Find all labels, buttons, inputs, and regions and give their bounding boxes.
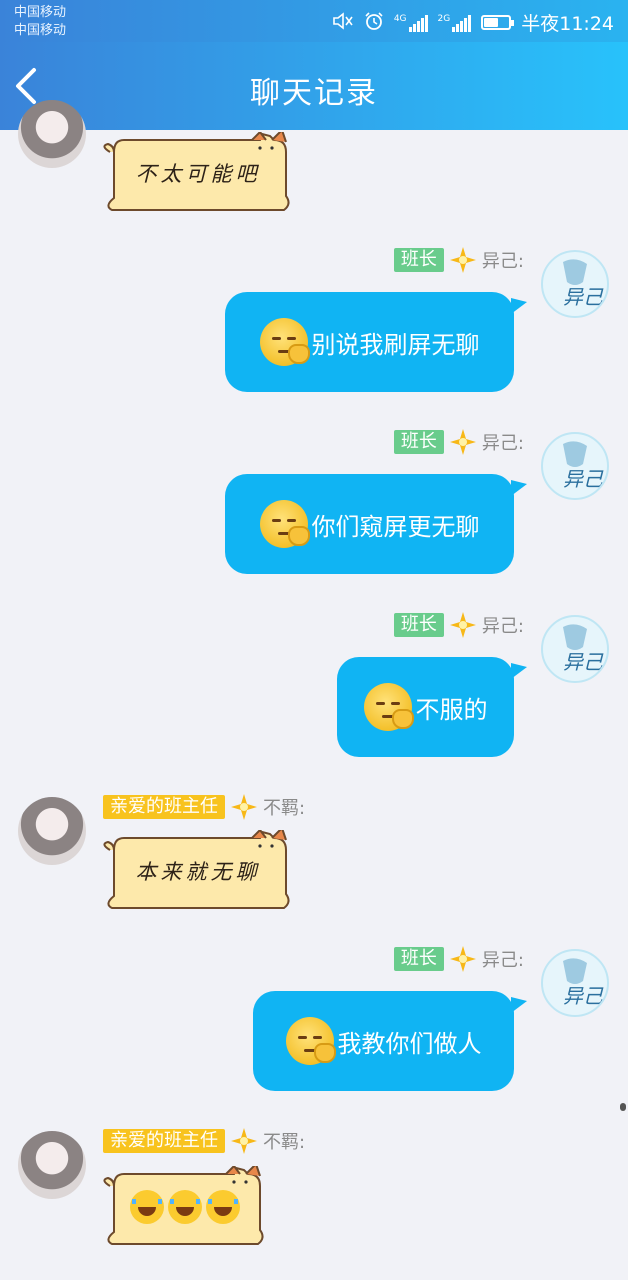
alarm-icon (364, 11, 384, 35)
bubble-tail-icon (511, 997, 527, 1013)
self-avatar-art-icon: 异己 (563, 958, 604, 1008)
sender-name: 异己: (481, 950, 524, 971)
title-bar: 聊天记录 (0, 42, 628, 130)
message-bubble[interactable]: 你们窥屏更无聊 (225, 474, 514, 574)
title-badge: 班长 (393, 613, 444, 637)
message-text: 你们窥屏更无聊 (311, 512, 480, 541)
sticker-emoji-row: 😂😂😂 (100, 1166, 270, 1248)
self-avatar-art-icon: 异己 (563, 259, 604, 309)
battery-icon (481, 15, 515, 30)
sender-name: 不羁: (263, 1132, 306, 1153)
sender-name: 异己: (481, 251, 524, 272)
sender-name: 异己: (481, 616, 524, 637)
star-badge-icon (231, 794, 257, 820)
sender-line: 班长 异己: (393, 429, 524, 455)
shush-emoji-icon (259, 500, 310, 548)
title-badge: 班长 (393, 248, 444, 272)
message-text: 我教你们做人 (337, 1029, 482, 1058)
bubble-tail-icon (511, 480, 527, 496)
avatar-self[interactable]: 异己 (541, 250, 609, 318)
carrier-2: 中国移动 (14, 23, 67, 38)
title-badge: 班长 (393, 947, 444, 971)
sender-line: 班长 异己: (393, 946, 524, 972)
message-bubble[interactable]: 我教你们做人 (253, 991, 514, 1091)
star-badge-icon (449, 247, 476, 273)
sticker-text: 不太可能吧 (135, 162, 261, 186)
avatar-self[interactable]: 异己 (541, 615, 609, 683)
carrier-1: 中国移动 (14, 5, 67, 20)
message-bubble[interactable]: 别说我刷屏无聊 (225, 292, 514, 392)
message-bubble[interactable]: 不服的 (337, 657, 514, 757)
sticker-bubble[interactable]: 😂😂😂 (100, 1166, 270, 1248)
avatar-teacher[interactable] (18, 100, 86, 168)
title-badge: 班长 (393, 430, 444, 454)
message-text: 别说我刷屏无聊 (311, 330, 480, 359)
sticker-bubble[interactable]: 本来就无聊 (100, 830, 296, 912)
sender-line: 班长 异己: (393, 247, 524, 273)
bubble-tail-icon (511, 298, 527, 314)
avatar-teacher[interactable] (18, 797, 86, 865)
title-badge: 亲爱的班主任 (103, 795, 225, 819)
mute-icon (332, 11, 354, 35)
self-avatar-text: 异己 (563, 285, 604, 309)
laughing-tears-emoji-icon (130, 1190, 164, 1224)
shush-emoji-icon (285, 1017, 336, 1065)
network-type-1: 4G (393, 13, 407, 24)
avatar-teacher[interactable] (18, 1131, 86, 1199)
laughing-tears-emoji-icon (206, 1190, 240, 1224)
signal-2-icon: 2G (438, 14, 472, 32)
title-badge: 亲爱的班主任 (103, 1129, 225, 1153)
sender-line: 亲爱的班主任 不羁: (103, 794, 306, 820)
self-avatar-art-icon: 异己 (563, 624, 604, 674)
battery-fill (484, 18, 499, 27)
avatar-self[interactable]: 异己 (541, 432, 609, 500)
clock: 半夜11:24 (521, 13, 614, 35)
sender-line: 亲爱的班主任 不羁: (103, 1128, 306, 1154)
star-badge-icon (449, 946, 476, 972)
laughing-tears-emoji-icon (168, 1190, 202, 1224)
star-badge-icon (449, 612, 476, 638)
status-icons: 4G 2G 半夜11:24 (332, 9, 614, 36)
sticker-bubble[interactable]: 不太可能吧 (100, 132, 296, 214)
self-avatar-text: 异己 (563, 984, 604, 1008)
page-title: 聊天记录 (250, 76, 378, 111)
self-avatar-art-icon: 异己 (563, 441, 604, 491)
sender-name: 异己: (481, 433, 524, 454)
status-bar: 中国移动 中国移动 4G 2G 半夜11:24 (0, 0, 628, 42)
shush-emoji-icon (259, 318, 310, 366)
sender-name: 不羁: (263, 798, 306, 819)
signal-1-icon: 4G (394, 14, 428, 32)
self-avatar-text: 异己 (563, 650, 604, 674)
shush-emoji-icon (363, 683, 414, 731)
scroll-indicator[interactable] (620, 1103, 626, 1111)
avatar-self[interactable]: 异己 (541, 949, 609, 1017)
sticker-text: 本来就无聊 (135, 860, 261, 884)
bubble-tail-icon (511, 663, 527, 679)
network-type-2: 2G (437, 13, 451, 24)
message-text: 不服的 (415, 695, 488, 724)
self-avatar-text: 异己 (563, 467, 604, 491)
star-badge-icon (231, 1128, 257, 1154)
sender-line: 班长 异己: (393, 612, 524, 638)
star-badge-icon (449, 429, 476, 455)
